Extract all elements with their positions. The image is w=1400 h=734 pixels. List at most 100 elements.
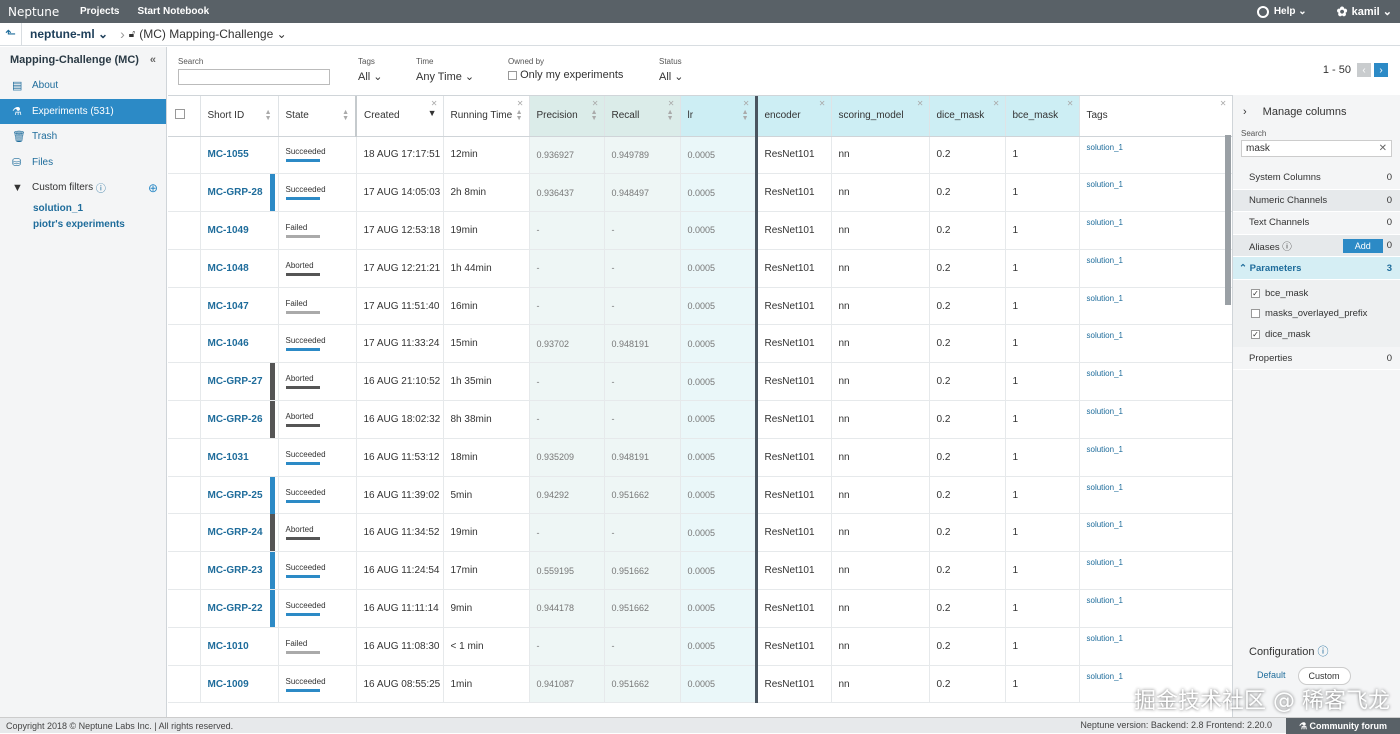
row-checkbox[interactable] — [168, 438, 201, 477]
time-dropdown[interactable]: Any Time ⌄ — [416, 70, 474, 83]
section-system-columns[interactable]: System Columns 0 — [1233, 167, 1400, 190]
community-forum-button[interactable]: ⚗ Community forum — [1286, 718, 1400, 734]
table-row[interactable]: MC-GRP-26 Aborted 16 AUG 18:02:32 8h 38min -… — [168, 400, 1232, 439]
add-filter-icon[interactable]: ⊕ — [148, 181, 158, 195]
col-short-id[interactable]: Short ID ▲ ▼ — [200, 96, 279, 137]
table-row[interactable]: MC-GRP-28 Succeeded 17 AUG 14:05:03 2h 8min… — [168, 173, 1232, 213]
next-page-button[interactable]: › — [1374, 63, 1388, 77]
table-row[interactable]: MC-1010 Failed 16 AUG 11:08:30 < 1 min - -0.0… — [168, 627, 1232, 666]
owned-checkbox[interactable]: Only my experiments — [508, 69, 623, 81]
tag-link[interactable]: solution_1 — [1079, 249, 1232, 288]
tag-link[interactable]: solution_1 — [1079, 476, 1232, 515]
table-row[interactable]: MC-GRP-27 Aborted 16 AUG 21:10:52 1h 35min -… — [168, 362, 1232, 402]
close-icon[interactable]: ✕ — [743, 99, 750, 108]
sidebar-item-experiments[interactable]: ⚗ Experiments (531) — [0, 98, 166, 124]
tag-link[interactable]: solution_1 — [1079, 362, 1232, 402]
close-icon[interactable]: ✕ — [517, 99, 524, 108]
row-checkbox[interactable] — [168, 173, 201, 213]
add-alias-button[interactable]: Add — [1342, 238, 1383, 253]
tags-dropdown[interactable]: All ⌄ — [358, 70, 383, 83]
row-checkbox[interactable] — [168, 287, 201, 326]
section-numeric-channels[interactable]: Numeric Channels 0 — [1233, 189, 1400, 213]
short-id-link[interactable]: MC-GRP-22 — [200, 589, 279, 628]
nav-start-notebook[interactable]: Start Notebook — [137, 6, 209, 17]
table-row[interactable]: MC-1046 Succeeded 17 AUG 11:33:24 15min 0.93… — [168, 324, 1232, 364]
table-row[interactable]: MC-1055 Succeeded 18 AUG 17:17:51 12min 0.93… — [168, 136, 1232, 175]
col-state[interactable]: State ▲ ▼ — [278, 96, 357, 137]
close-icon[interactable]: ✕ — [668, 99, 675, 108]
close-icon[interactable]: ✕ — [592, 99, 599, 108]
status-dropdown[interactable]: All ⌄ — [659, 70, 684, 83]
tag-link[interactable]: solution_1 — [1079, 136, 1232, 175]
short-id-link[interactable]: MC-GRP-23 — [200, 551, 279, 591]
section-text-channels[interactable]: Text Channels 0 — [1233, 212, 1400, 235]
filter-solution-1[interactable]: solution_1 — [0, 201, 166, 217]
col-tags[interactable]: Tags ✕ — [1079, 96, 1232, 137]
table-row[interactable]: MC-1009 Succeeded 16 AUG 08:55:25 1min 0.941… — [168, 665, 1232, 704]
col-scoring-model[interactable]: scoring_model ✕ — [831, 96, 930, 137]
back-arrow-icon[interactable]: ⬑ — [0, 23, 22, 45]
close-icon[interactable]: ✕ — [1067, 99, 1074, 108]
info-icon[interactable]: ⓘ — [96, 180, 106, 195]
short-id-link[interactable]: MC-1046 — [200, 324, 279, 364]
clear-icon[interactable]: ✕ — [1379, 141, 1387, 156]
col-running-time[interactable]: Running Time ✕ ▲ ▼ — [443, 96, 530, 137]
table-scrollbar[interactable] — [1225, 135, 1231, 305]
search-input[interactable] — [178, 69, 330, 85]
close-icon[interactable]: ✕ — [819, 99, 826, 108]
tag-link[interactable]: solution_1 — [1079, 324, 1232, 364]
short-id-link[interactable]: MC-1031 — [200, 438, 279, 477]
short-id-link[interactable]: MC-1010 — [200, 627, 279, 666]
col-dice-mask[interactable]: dice_mask ✕ — [929, 96, 1006, 137]
table-row[interactable]: MC-1047 Failed 17 AUG 11:51:40 16min - -0.000… — [168, 287, 1232, 326]
short-id-link[interactable]: MC-GRP-27 — [200, 362, 279, 402]
close-icon[interactable]: ✕ — [1220, 99, 1227, 108]
short-id-link[interactable]: MC-1047 — [200, 287, 279, 326]
select-all-checkbox[interactable] — [168, 96, 201, 137]
col-recall[interactable]: Recall ✕ ▲ ▼ — [604, 96, 681, 137]
tag-link[interactable]: solution_1 — [1079, 513, 1232, 553]
nav-projects[interactable]: Projects — [80, 6, 119, 17]
param-bce-mask[interactable]: ✓ bce_mask — [1233, 283, 1400, 304]
user-menu[interactable]: ✿ kamil ⌄ — [1337, 4, 1392, 20]
row-checkbox[interactable] — [168, 513, 201, 553]
short-id-link[interactable]: MC-GRP-25 — [200, 476, 279, 515]
collapse-icon[interactable]: « — [150, 54, 156, 66]
help-menu[interactable]: Help ⌄ — [1256, 5, 1307, 18]
tag-link[interactable]: solution_1 — [1079, 287, 1232, 326]
row-checkbox[interactable] — [168, 324, 201, 364]
col-bce-mask[interactable]: bce_mask ✕ — [1005, 96, 1080, 137]
row-checkbox[interactable] — [168, 136, 201, 175]
row-checkbox[interactable] — [168, 476, 201, 515]
section-parameters[interactable]: ⌃ Parameters 3 — [1233, 257, 1400, 280]
manage-search-input[interactable]: mask ✕ — [1241, 140, 1392, 157]
sidebar-item-about[interactable]: ▤ About — [0, 73, 166, 99]
row-checkbox[interactable] — [168, 665, 201, 704]
short-id-link[interactable]: MC-GRP-26 — [200, 400, 279, 439]
row-checkbox[interactable] — [168, 400, 201, 439]
param-dice-mask[interactable]: ✓ dice_mask — [1233, 324, 1400, 345]
table-row[interactable]: MC-GRP-23 Succeeded 16 AUG 11:24:54 17min 0.… — [168, 551, 1232, 591]
row-checkbox[interactable] — [168, 362, 201, 402]
table-row[interactable]: MC-GRP-25 Succeeded 16 AUG 11:39:02 5min 0.9… — [168, 476, 1232, 515]
sidebar-item-files[interactable]: ⛁ Files — [0, 150, 166, 176]
short-id-link[interactable]: MC-1049 — [200, 211, 279, 250]
short-id-link[interactable]: MC-1009 — [200, 665, 279, 704]
param-masks-overlayed-prefix[interactable]: masks_overlayed_prefix — [1233, 303, 1400, 324]
breadcrumb-project[interactable]: (MC) Mapping-Challenge ⌄ — [135, 27, 286, 41]
breadcrumb-org[interactable]: neptune-ml ⌄ — [22, 27, 116, 41]
tag-link[interactable]: solution_1 — [1079, 589, 1232, 628]
prev-page-button[interactable]: ‹ — [1357, 63, 1371, 77]
table-row[interactable]: MC-GRP-24 Aborted 16 AUG 11:34:52 19min - -0.… — [168, 513, 1232, 553]
close-icon[interactable]: ✕ — [431, 99, 438, 108]
tag-link[interactable]: solution_1 — [1079, 211, 1232, 250]
close-icon[interactable]: ✕ — [993, 99, 1000, 108]
section-properties[interactable]: Properties 0 — [1233, 347, 1400, 371]
info-icon[interactable]: ⓘ — [1318, 646, 1329, 658]
section-aliases[interactable]: Aliases ⓘ Add 0 — [1233, 234, 1400, 258]
short-id-link[interactable]: MC-1048 — [200, 249, 279, 288]
filter-piotrs-experiments[interactable]: piotr's experiments — [0, 217, 166, 233]
table-row[interactable]: MC-1049 Failed 17 AUG 12:53:18 19min - -0.000… — [168, 211, 1232, 250]
row-checkbox[interactable] — [168, 211, 201, 250]
col-lr[interactable]: lr ✕ ▲ ▼ — [680, 96, 758, 137]
